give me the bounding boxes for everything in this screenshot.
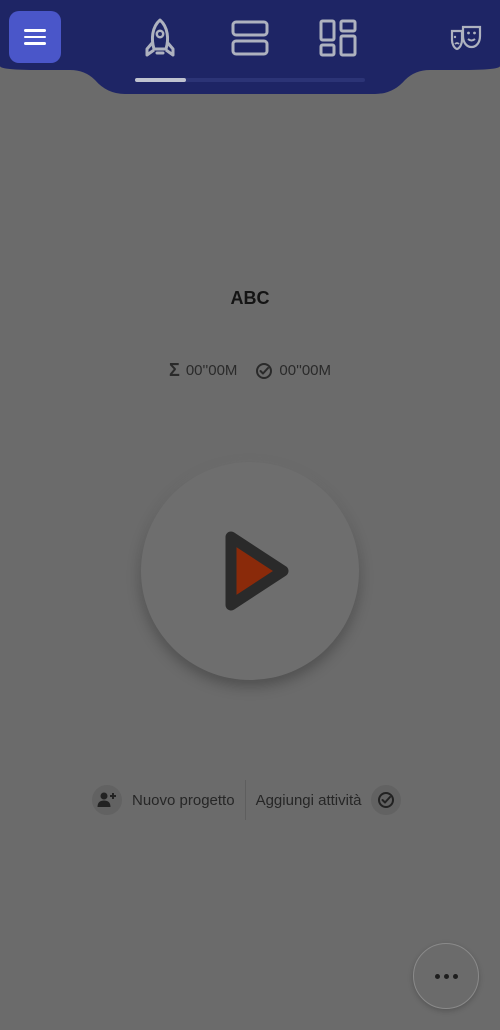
total-time-stat: Σ 00''00M <box>169 360 237 381</box>
list-view-icon <box>231 20 269 56</box>
tab-list[interactable] <box>228 16 272 60</box>
hamburger-menu-icon <box>24 25 46 49</box>
tab-dashboard[interactable] <box>316 16 360 60</box>
time-stats: Σ 00''00M 00''00M <box>0 360 500 381</box>
play-icon <box>225 531 289 611</box>
tab-timer[interactable] <box>138 16 182 60</box>
target-time-stat: 00''00M <box>255 360 331 381</box>
start-timer-button[interactable] <box>141 462 359 680</box>
add-activity-button[interactable]: Aggiungi attività <box>246 780 402 820</box>
menu-button[interactable] <box>9 11 61 63</box>
theater-masks-icon[interactable] <box>449 22 483 52</box>
more-options-button[interactable] <box>413 943 479 1009</box>
top-app-bar <box>0 0 500 96</box>
project-title: ABC <box>230 288 270 308</box>
target-time-value: 00''00M <box>279 362 331 379</box>
target-icon <box>256 362 273 379</box>
dashboard-icon <box>319 19 357 57</box>
new-project-label: Nuovo progetto <box>132 791 235 809</box>
quick-actions: Nuovo progetto Aggiungi attività <box>90 780 402 820</box>
rocket-icon <box>145 18 175 57</box>
sigma-icon: Σ <box>169 360 180 380</box>
tab-indicator-track <box>135 78 365 82</box>
more-options-icon <box>434 973 458 979</box>
new-project-button[interactable]: Nuovo progetto <box>90 780 245 820</box>
total-time-value: 00''00M <box>185 362 238 379</box>
tab-indicator <box>135 78 186 82</box>
add-person-icon <box>92 785 122 815</box>
add-activity-label: Aggiungi attività <box>255 791 362 809</box>
check-circle-icon <box>371 785 402 815</box>
